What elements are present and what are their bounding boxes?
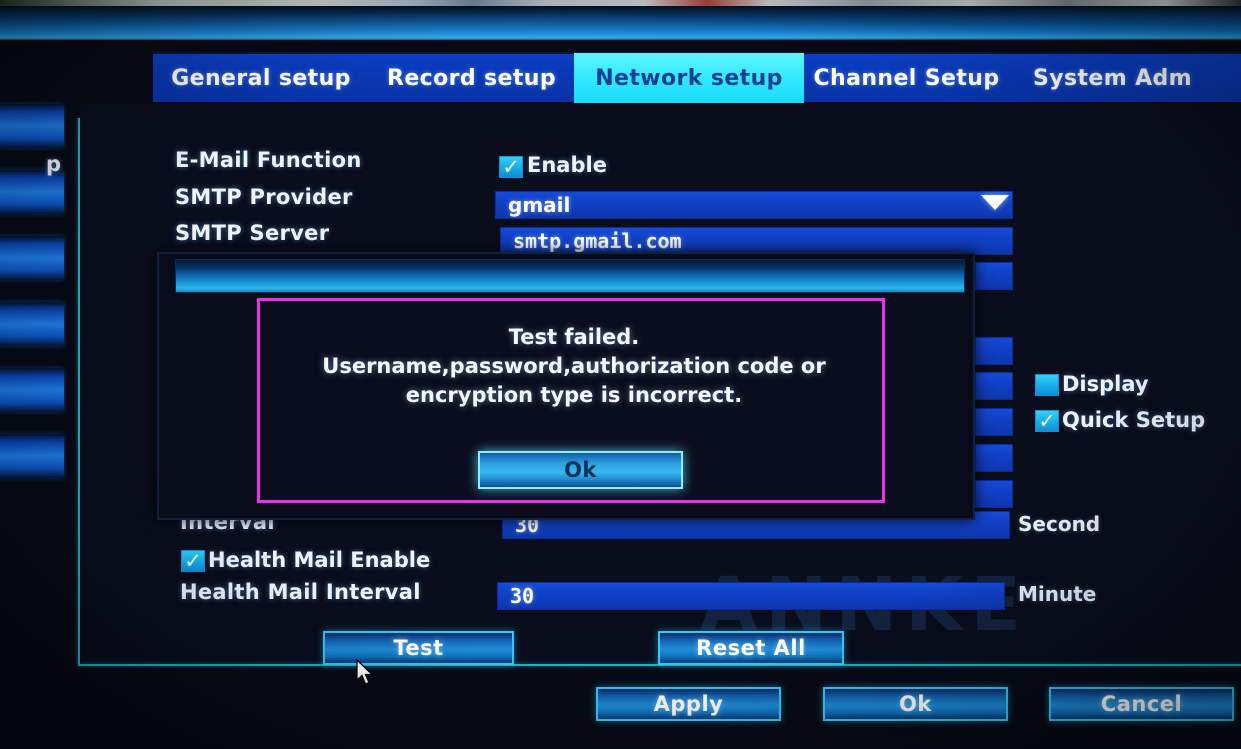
tab-strip: General setup Record setup Network setup… (153, 52, 1241, 103)
check-icon: ✓ (502, 154, 520, 179)
interval-unit-label: Second (1018, 512, 1101, 536)
error-dialog: Test failed. Username,password,authoriza… (157, 252, 975, 520)
hidden-field-6[interactable] (975, 480, 1013, 508)
tab-channel-setup[interactable]: Channel Setup (804, 53, 1009, 103)
reset-all-button[interactable]: Reset All (658, 631, 844, 665)
ok-button[interactable]: Ok (823, 687, 1008, 721)
dialog-message: Test failed. Username,password,authoriza… (260, 323, 888, 410)
tab-system-admin[interactable]: System Adm (1009, 53, 1192, 103)
apply-button[interactable]: Apply (596, 687, 781, 721)
check-icon: ✓ (1038, 408, 1056, 433)
cancel-button[interactable]: Cancel (1049, 687, 1234, 721)
test-button[interactable]: Test (323, 631, 514, 665)
chevron-down-icon[interactable] (981, 195, 1009, 210)
sidebar-item-label: p (46, 152, 62, 176)
dialog-message-line-2: Username,password,authorization code or (322, 354, 826, 378)
health-mail-enable-label: Health Mail Enable (208, 548, 431, 572)
display-label: Display (1062, 372, 1149, 396)
dialog-message-line-3: encryption type is incorrect. (405, 383, 743, 407)
tab-record-setup[interactable]: Record setup (369, 53, 574, 103)
dialog-body: Test failed. Username,password,authoriza… (257, 298, 885, 503)
tab-general-setup[interactable]: General setup (153, 53, 369, 103)
email-function-checkbox-label: Enable (527, 153, 607, 177)
smtp-server-input[interactable]: smtp.gmail.com (500, 227, 1013, 255)
sidebar-item-4[interactable] (0, 302, 64, 346)
dialog-ok-button[interactable]: Ok (478, 451, 683, 489)
titlebar-glow (0, 6, 1241, 40)
smtp-server-label: SMTP Server (175, 221, 330, 245)
sidebar-item-2[interactable] (0, 170, 64, 214)
health-mail-interval-input[interactable]: 30 (497, 582, 1005, 610)
sidebar-item-6[interactable] (0, 434, 64, 478)
check-icon: ✓ (184, 548, 202, 573)
hidden-field-1[interactable] (975, 262, 1013, 290)
health-mail-enable-checkbox[interactable]: ✓ (181, 550, 205, 572)
dialog-message-line-1: Test failed. (508, 325, 640, 349)
display-checkbox[interactable]: ✓ (1035, 374, 1059, 396)
sidebar-item-1[interactable] (0, 104, 64, 148)
sidebar-item-3[interactable] (0, 236, 64, 280)
hidden-field-2[interactable] (975, 337, 1013, 365)
hidden-field-4[interactable] (975, 408, 1013, 436)
health-mail-interval-unit-label: Minute (1018, 582, 1097, 606)
smtp-provider-label: SMTP Provider (175, 185, 353, 209)
sidebar (0, 104, 64, 684)
smtp-provider-select[interactable]: gmail (495, 191, 1013, 219)
dvr-screen: General setup Record setup Network setup… (0, 0, 1241, 749)
health-mail-interval-label: Health Mail Interval (180, 580, 421, 604)
hidden-field-5[interactable] (975, 444, 1013, 472)
tab-network-setup[interactable]: Network setup (574, 53, 804, 103)
window-titlebar (0, 6, 1241, 40)
email-function-checkbox[interactable]: ✓ (499, 156, 523, 178)
hidden-field-3[interactable] (975, 372, 1013, 400)
sidebar-item-5[interactable] (0, 368, 64, 412)
quick-setup-label: Quick Setup (1062, 408, 1206, 432)
email-function-label: E-Mail Function (175, 148, 362, 172)
dialog-titlebar (175, 259, 965, 293)
quick-setup-checkbox[interactable]: ✓ (1035, 410, 1059, 432)
